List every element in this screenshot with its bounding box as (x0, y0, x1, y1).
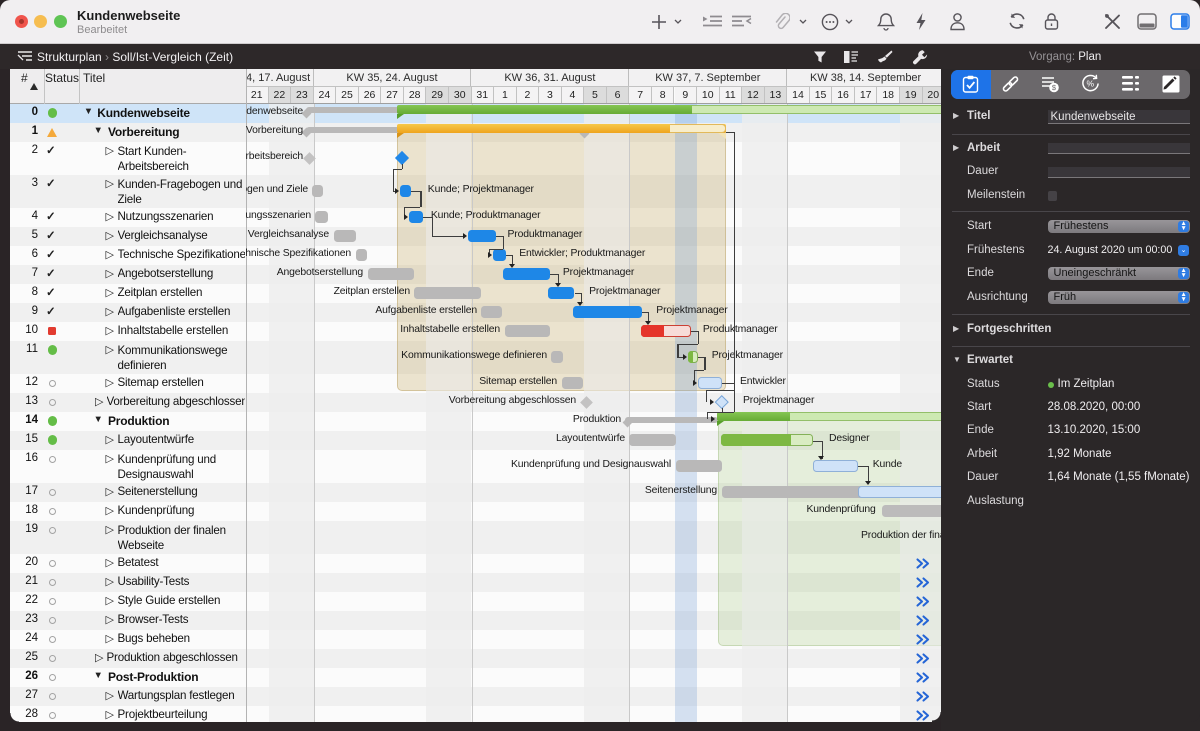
svg-text:%: % (1087, 79, 1095, 89)
